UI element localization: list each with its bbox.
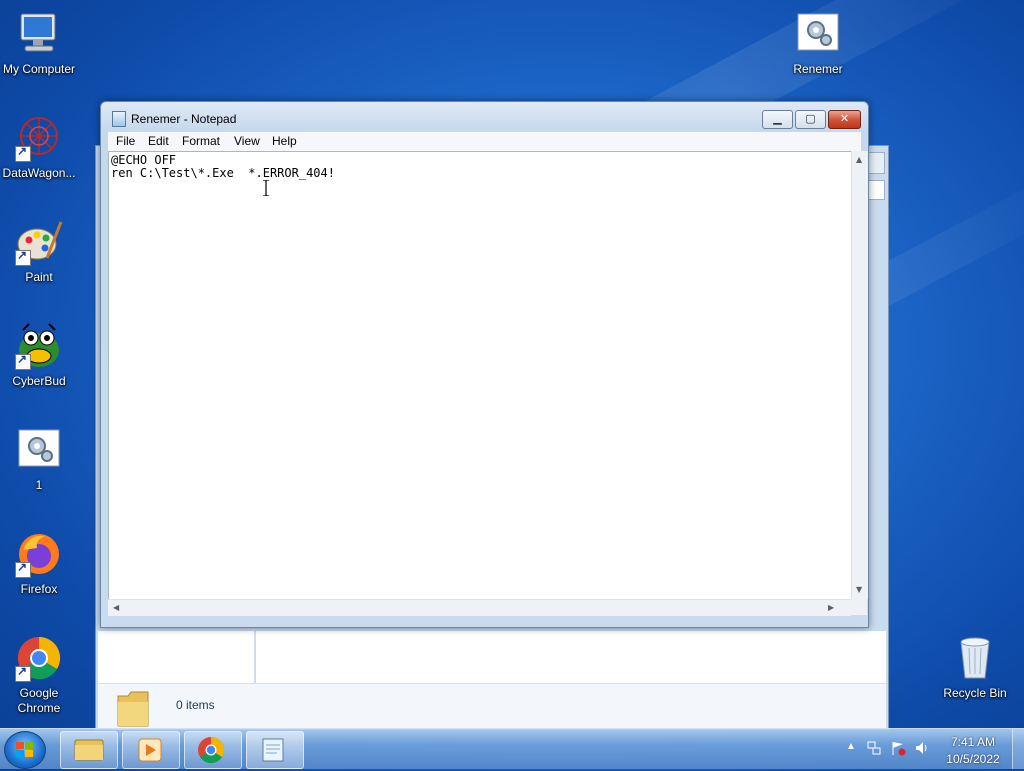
- taskbar-media-player[interactable]: [122, 731, 180, 769]
- action-center-flag-icon[interactable]: [890, 740, 906, 759]
- shortcut-arrow-icon: [15, 664, 31, 682]
- computer-icon: [15, 10, 63, 58]
- notepad-icon: [112, 111, 126, 127]
- taskbar-windows-explorer[interactable]: [60, 731, 118, 769]
- cyberbud-icon: [15, 322, 63, 370]
- text-cursor-icon: [263, 179, 269, 197]
- shortcut-arrow-icon: [15, 248, 31, 266]
- vertical-scrollbar[interactable]: ▲ ▼: [851, 151, 868, 599]
- horizontal-scrollbar[interactable]: ◀ ▶: [108, 599, 851, 616]
- desktop-icon-label: My Computer: [2, 62, 76, 76]
- minimize-button[interactable]: ▁: [762, 110, 793, 129]
- chrome-icon: [198, 736, 225, 764]
- desktop-icon-google-chrome[interactable]: Google Chrome: [0, 634, 79, 716]
- show-desktop-button[interactable]: [1012, 729, 1024, 769]
- desktop-icon-firefox[interactable]: Firefox: [0, 530, 79, 597]
- notepad-window[interactable]: Renemer - Notepad ▁ ▢ ✕ File Edit Format…: [100, 101, 869, 628]
- firefox-icon: [15, 530, 63, 578]
- scroll-up-icon[interactable]: ▲: [856, 155, 862, 164]
- title-bar[interactable]: Renemer - Notepad ▁ ▢ ✕: [101, 102, 868, 132]
- chrome-icon: [15, 634, 63, 682]
- desktop-icon-label: CyberBud: [12, 374, 66, 388]
- desktop-icon-renemer[interactable]: Renemer: [778, 10, 858, 77]
- start-button[interactable]: [4, 731, 46, 769]
- menu-file[interactable]: File: [116, 134, 135, 148]
- desktop-icon-label: Renemer: [793, 62, 843, 76]
- text-editor[interactable]: @ECHO OFF ren C:\Test\*.Exe *.ERROR_404!: [108, 151, 852, 601]
- close-button[interactable]: ✕: [828, 110, 861, 129]
- editor-content[interactable]: @ECHO OFF ren C:\Test\*.Exe *.ERROR_404!: [111, 154, 335, 180]
- taskbar-notepad[interactable]: [246, 731, 304, 769]
- taskbar-chrome[interactable]: [184, 731, 242, 769]
- desktop-icon-cyberbud[interactable]: CyberBud: [0, 322, 79, 389]
- desktop-icon-datawagon[interactable]: DataWagon...: [0, 114, 79, 181]
- scroll-down-icon[interactable]: ▼: [856, 585, 862, 594]
- windows-logo-icon: [16, 742, 33, 757]
- taskbar: ▲ 7:41 AM 10/5/2022: [0, 728, 1024, 769]
- shortcut-arrow-icon: [15, 352, 31, 370]
- maximize-icon: ▢: [805, 112, 816, 125]
- file-list[interactable]: [256, 631, 886, 683]
- desktop-icon-label: Google Chrome: [17, 686, 61, 715]
- navigation-pane[interactable]: [98, 631, 255, 683]
- show-hidden-icons-icon[interactable]: ▲: [846, 741, 856, 752]
- desktop-icon-label: Recycle Bin: [943, 686, 1007, 700]
- close-icon: ✕: [839, 112, 850, 125]
- item-count: 0 items: [176, 698, 215, 712]
- notepad-icon: [262, 738, 284, 762]
- paint-palette-icon: [15, 218, 63, 266]
- desktop-icon-label: Firefox: [20, 582, 58, 596]
- desktop-icon-1[interactable]: 1: [0, 426, 79, 493]
- folder-icon: [116, 688, 150, 728]
- minimize-icon: ▁: [773, 112, 782, 125]
- resize-grip[interactable]: [851, 599, 867, 615]
- desktop-icon-paint[interactable]: Paint: [0, 218, 79, 285]
- folder-icon: [74, 739, 104, 761]
- shortcut-arrow-icon: [15, 560, 31, 578]
- menu-bar: File Edit Format View Help: [108, 132, 861, 151]
- desktop-icon-label: DataWagon...: [2, 166, 76, 180]
- menu-edit[interactable]: Edit: [148, 134, 169, 148]
- media-player-icon: [138, 738, 162, 762]
- menu-format[interactable]: Format: [182, 134, 220, 148]
- desktop-icon-label: 1: [35, 478, 43, 492]
- settings-file-icon: [15, 426, 63, 474]
- scroll-left-icon[interactable]: ◀: [113, 603, 119, 612]
- shortcut-arrow-icon: [15, 144, 31, 162]
- desktop-icon-recycle-bin[interactable]: Recycle Bin: [935, 634, 1015, 701]
- maximize-button[interactable]: ▢: [795, 110, 826, 129]
- recycle-bin-icon: [951, 634, 999, 682]
- explorer-edge-control: [867, 152, 885, 174]
- desktop-icon-label: Paint: [25, 270, 53, 284]
- clock-date[interactable]: 10/5/2022: [940, 752, 1006, 766]
- network-icon[interactable]: [866, 740, 882, 759]
- menu-view[interactable]: View: [234, 134, 260, 148]
- menu-help[interactable]: Help: [272, 134, 297, 148]
- desktop-icon-my-computer[interactable]: My Computer: [0, 10, 79, 77]
- scroll-right-icon[interactable]: ▶: [828, 603, 834, 612]
- settings-file-icon: [794, 10, 842, 58]
- search-icon[interactable]: [867, 180, 885, 200]
- details-pane: 0 items: [98, 683, 886, 729]
- window-title: Renemer - Notepad: [131, 112, 237, 126]
- datawagon-icon: [15, 114, 63, 162]
- clock-time[interactable]: 7:41 AM: [940, 735, 1006, 749]
- volume-icon[interactable]: [914, 740, 930, 759]
